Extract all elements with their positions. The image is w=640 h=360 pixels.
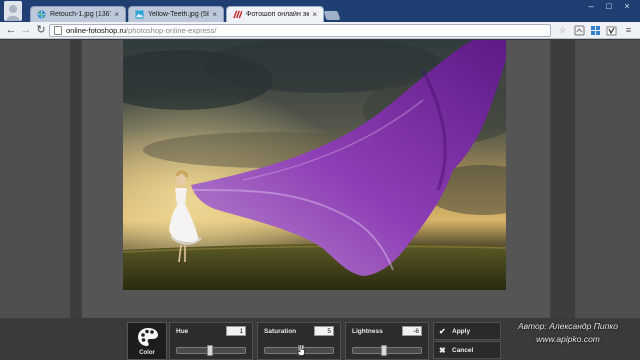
cancel-button[interactable]: ✖ Cancel [433, 341, 501, 359]
color-tool-label: Color [139, 350, 155, 356]
right-margin [575, 40, 640, 360]
photo-canvas[interactable] [123, 40, 506, 290]
apply-label: Apply [452, 327, 471, 335]
tab-fotoshop[interactable]: Фотошоп онлайн экспре × [226, 6, 324, 22]
reload-icon[interactable]: ↻ [34, 23, 48, 37]
lightness-slider-group: Lightness -6 [345, 322, 429, 360]
watermark-site: www.apipko.com [536, 334, 600, 344]
back-arrow-icon[interactable]: ← [4, 23, 18, 37]
apply-button[interactable]: ✔ Apply [433, 322, 501, 340]
color-tool-button[interactable]: Color [127, 322, 167, 360]
left-margin [0, 40, 70, 360]
lightness-slider-thumb[interactable] [381, 345, 388, 356]
author-watermark: Автор: Александр Пипко www.apipko.com [497, 320, 639, 346]
hue-slider-group: Hue 1 [169, 322, 253, 360]
tab-title: Yellow-Teeth.jpg (586×36 [148, 11, 209, 18]
hue-value-input[interactable]: 1 [226, 326, 246, 336]
lightness-value-input[interactable]: -6 [402, 326, 422, 336]
saturation-label: Saturation [264, 328, 297, 335]
url-host: online-fotoshop.ru [66, 26, 127, 35]
minimize-icon[interactable]: – [582, 0, 600, 14]
tab-strip: Retouch-1.jpg (1367×1248) × Yellow-Teeth… [0, 0, 640, 22]
stripes-icon [233, 10, 242, 19]
wrench-menu-icon[interactable]: ≡ [623, 25, 634, 36]
tab-yellow-teeth[interactable]: Yellow-Teeth.jpg (586×36 × [128, 6, 224, 22]
globe-icon [37, 10, 46, 19]
url-path: /photoshop-online-express/ [126, 26, 217, 35]
image-icon [135, 10, 144, 19]
watermark-author: Автор: Александр Пипко [517, 321, 619, 331]
maximize-icon[interactable]: □ [600, 0, 618, 14]
profile-avatar-icon[interactable] [4, 1, 22, 21]
cancel-label: Cancel [452, 346, 474, 354]
close-tab-icon[interactable]: × [212, 10, 217, 19]
page-icon [54, 26, 62, 35]
palette-icon [138, 328, 158, 346]
tab-title: Фотошоп онлайн экспре [246, 11, 310, 18]
window-controls: – □ × [582, 0, 636, 14]
bookmark-star-icon[interactable]: ☆ [557, 25, 568, 36]
new-tab-button[interactable] [323, 11, 341, 20]
tab-retouch[interactable]: Retouch-1.jpg (1367×1248) × [30, 6, 126, 22]
page-content: Color Hue 1 Saturation 5 Lightness -6 ✔ … [0, 40, 640, 360]
hand-cursor-icon [297, 344, 305, 356]
lightness-label: Lightness [352, 328, 383, 335]
hue-label: Hue [176, 328, 189, 335]
close-tab-icon[interactable]: × [312, 10, 317, 19]
address-bar[interactable]: online-fotoshop.ru /photoshop-online-exp… [49, 24, 551, 37]
hue-slider-thumb[interactable] [207, 345, 214, 356]
browser-toolbar: ← → ↻ online-fotoshop.ru /photoshop-onli… [0, 22, 640, 39]
windows-icon[interactable] [590, 25, 601, 36]
forward-arrow-icon[interactable]: → [19, 23, 33, 37]
puzzle-icon[interactable] [606, 25, 617, 36]
extension-icon[interactable] [574, 25, 585, 36]
close-tab-icon[interactable]: × [114, 10, 119, 19]
saturation-value-input[interactable]: 5 [314, 326, 334, 336]
tab-title: Retouch-1.jpg (1367×1248) [50, 11, 111, 18]
close-x-icon: ✖ [439, 345, 446, 355]
close-window-icon[interactable]: × [618, 0, 636, 14]
checkmark-icon: ✔ [439, 326, 446, 336]
